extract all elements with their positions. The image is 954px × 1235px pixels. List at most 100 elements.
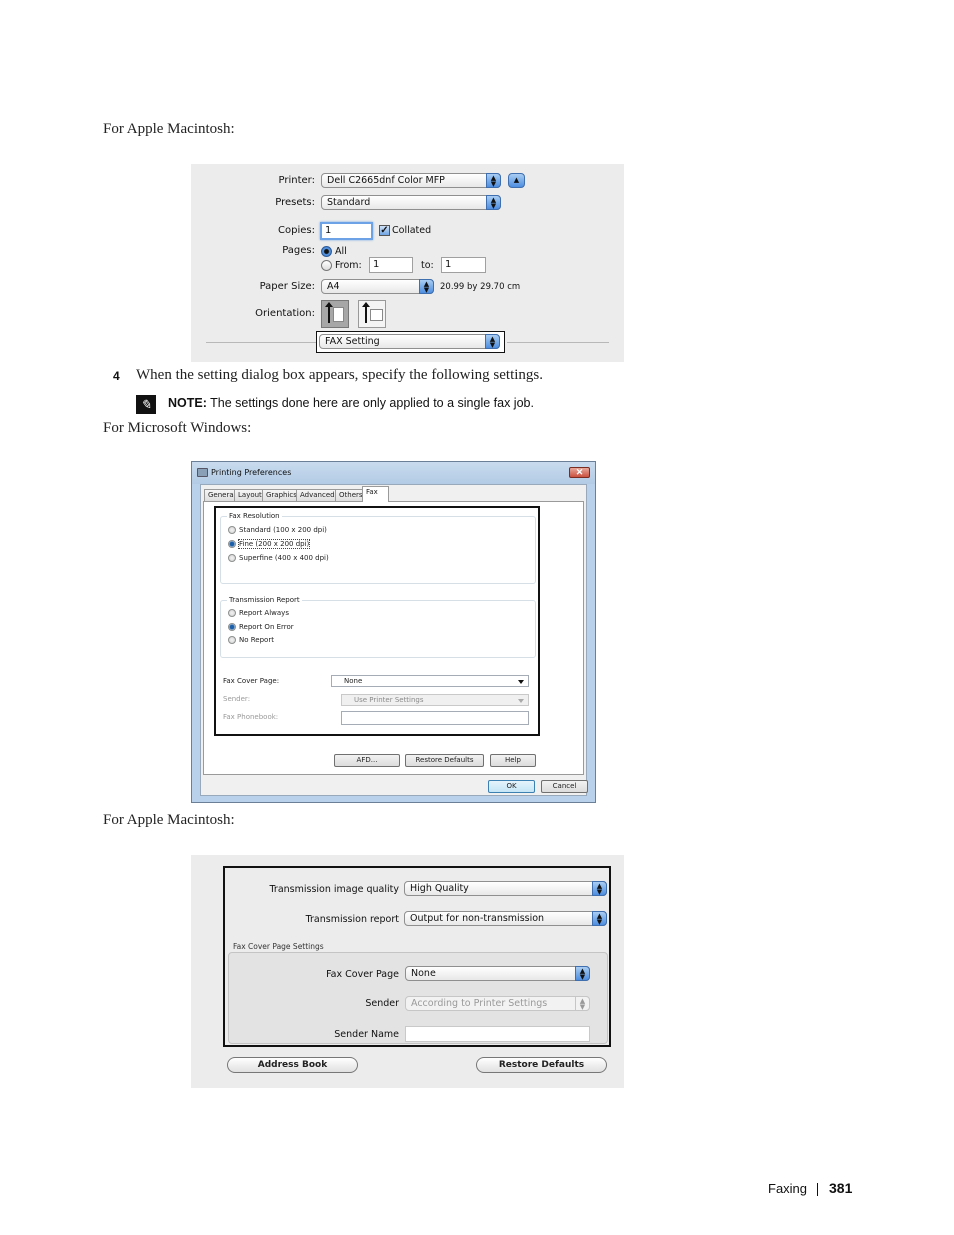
arrow-up-icon <box>362 302 370 323</box>
dropdown-arrow-icon <box>518 699 524 703</box>
pages-all-label: All <box>335 246 347 257</box>
resolution-fine-radio[interactable] <box>228 540 236 548</box>
title-bar: Printing Preferences ✕ <box>192 462 595 484</box>
resolution-superfine-label: Superfine (400 x 400 dpi) <box>239 554 329 562</box>
no-report-label: No Report <box>239 636 274 644</box>
sender-select[interactable]: Use Printer Settings <box>341 694 529 706</box>
updown-arrows-icon: ▲ ▼ <box>575 966 590 981</box>
fax-settings-frame: Fax Resolution Standard (100 x 200 dpi) … <box>214 506 540 736</box>
landscape-page-icon <box>370 309 383 321</box>
transmission-report-value: Output for non-transmission <box>410 913 545 924</box>
fax-cover-page-label: Fax Cover Page: <box>223 677 280 685</box>
fax-phonebook-input[interactable] <box>341 711 529 725</box>
cancel-button[interactable]: Cancel <box>541 780 588 793</box>
note: NOTE: The settings done here are only ap… <box>168 396 534 410</box>
collated-checkbox[interactable]: ✓ <box>379 225 390 236</box>
cover-page-select[interactable]: None ▲ ▼ <box>405 966 590 981</box>
fax-cover-page-select[interactable]: None <box>331 675 529 687</box>
sender-label: Sender: <box>223 695 251 703</box>
resolution-superfine-radio[interactable] <box>228 554 236 562</box>
pages-all-radio[interactable] <box>321 246 332 257</box>
dialog-title: Printing Preferences <box>211 468 292 477</box>
sender-label: Sender <box>365 998 399 1009</box>
report-on-error-radio[interactable] <box>228 623 236 631</box>
updown-arrows-icon: ▲ ▼ <box>486 173 501 188</box>
report-on-error-label: Report On Error <box>239 623 294 631</box>
address-book-button[interactable]: Address Book <box>227 1057 358 1073</box>
sender-value: Use Printer Settings <box>354 696 424 704</box>
paper-size-label: Paper Size: <box>259 281 315 292</box>
pages-from-input[interactable]: 1 <box>369 257 413 273</box>
printing-preferences-dialog: Printing Preferences ✕ General Layout Gr… <box>191 461 596 803</box>
collated-label: Collated <box>392 225 432 236</box>
image-quality-label: Transmission image quality <box>269 884 400 895</box>
step-text: When the setting dialog box appears, spe… <box>136 367 543 383</box>
transmission-report-select[interactable]: Output for non-transmission ▲ ▼ <box>404 911 607 926</box>
sender-select[interactable]: According to Printer Settings ▲ ▼ <box>405 996 590 1011</box>
step-number: 4 <box>113 369 120 383</box>
mac-fax-settings-dialog: Transmission image quality High Quality … <box>191 855 624 1088</box>
mac-print-dialog: Printer: Dell C2665dnf Color MFP ▲ ▼ ▲ Pr… <box>191 164 624 362</box>
transmission-report-label: Transmission report <box>305 914 399 925</box>
no-report-radio[interactable] <box>228 636 236 644</box>
presets-select[interactable]: Standard ▲ ▼ <box>321 195 501 210</box>
sender-name-input[interactable] <box>405 1026 590 1042</box>
ok-button[interactable]: OK <box>488 780 535 793</box>
printer-label: Printer: <box>278 175 315 186</box>
fax-phonebook-label: Fax Phonebook: <box>223 713 279 721</box>
fax-tab-panel: Fax Resolution Standard (100 x 200 dpi) … <box>203 501 584 775</box>
printer-value: Dell C2665dnf Color MFP <box>327 175 445 186</box>
resolution-standard-label: Standard (100 x 200 dpi) <box>239 526 327 534</box>
caption-windows: For Microsoft Windows: <box>103 420 252 436</box>
restore-defaults-button[interactable]: Restore Defaults <box>405 754 484 767</box>
resolution-fine-label: Fine (200 x 200 dpi) <box>237 539 311 549</box>
resolution-standard-radio[interactable] <box>228 526 236 534</box>
presets-label: Presets: <box>275 197 315 208</box>
pages-to-label: to: <box>421 260 434 271</box>
sender-value: According to Printer Settings <box>411 998 548 1009</box>
paper-size-select[interactable]: A4 ▲ ▼ <box>321 279 434 294</box>
note-label: NOTE: <box>168 396 207 410</box>
divider <box>507 342 609 343</box>
footer-separator <box>817 1183 818 1196</box>
tab-advanced[interactable]: Advanced <box>296 489 339 501</box>
caption-mac-first: For Apple Macintosh: <box>103 121 235 137</box>
pages-label: Pages: <box>282 245 315 256</box>
page-number: 381 <box>829 1180 853 1196</box>
dialog-body: General Layout Graphics Advanced Others … <box>200 484 588 796</box>
pages-from-label: From: <box>335 260 362 271</box>
sender-name-label: Sender Name <box>334 1029 399 1040</box>
divider <box>206 342 316 343</box>
fax-settings-frame: Transmission image quality High Quality … <box>223 866 611 1047</box>
restore-defaults-button[interactable]: Restore Defaults <box>476 1057 607 1073</box>
copies-label: Copies: <box>278 225 315 236</box>
triangle-up-icon: ▲ <box>513 176 520 184</box>
afd-button[interactable]: AFD... <box>334 754 400 767</box>
updown-arrows-icon: ▲ ▼ <box>485 334 500 349</box>
report-always-label: Report Always <box>239 609 289 617</box>
tab-fax[interactable]: Fax <box>362 486 389 502</box>
pages-from-radio[interactable] <box>321 260 332 271</box>
close-button[interactable]: ✕ <box>569 467 590 478</box>
report-always-radio[interactable] <box>228 609 236 617</box>
cover-page-value: None <box>411 968 436 979</box>
paper-size-value: A4 <box>327 281 340 292</box>
panel-select[interactable]: FAX Setting ▲ ▼ <box>319 334 500 349</box>
panel-value: FAX Setting <box>325 336 380 347</box>
printer-icon <box>197 468 208 477</box>
updown-arrows-icon: ▲ ▼ <box>486 195 501 210</box>
portrait-page-icon <box>333 307 344 322</box>
arrow-up-icon <box>325 302 333 323</box>
image-quality-select[interactable]: High Quality ▲ ▼ <box>404 881 607 896</box>
copies-input[interactable]: 1 <box>320 222 373 240</box>
expand-dialog-button[interactable]: ▲ <box>508 173 525 188</box>
dropdown-arrow-icon <box>518 680 524 684</box>
fax-cover-page-value: None <box>344 677 363 685</box>
orientation-portrait-button[interactable] <box>321 300 349 328</box>
help-button[interactable]: Help <box>490 754 536 767</box>
fax-resolution-title: Fax Resolution <box>227 512 282 520</box>
orientation-landscape-button[interactable] <box>358 300 386 328</box>
pages-to-input[interactable]: 1 <box>441 257 486 273</box>
presets-value: Standard <box>327 197 371 208</box>
printer-select[interactable]: Dell C2665dnf Color MFP ▲ ▼ <box>321 173 501 188</box>
